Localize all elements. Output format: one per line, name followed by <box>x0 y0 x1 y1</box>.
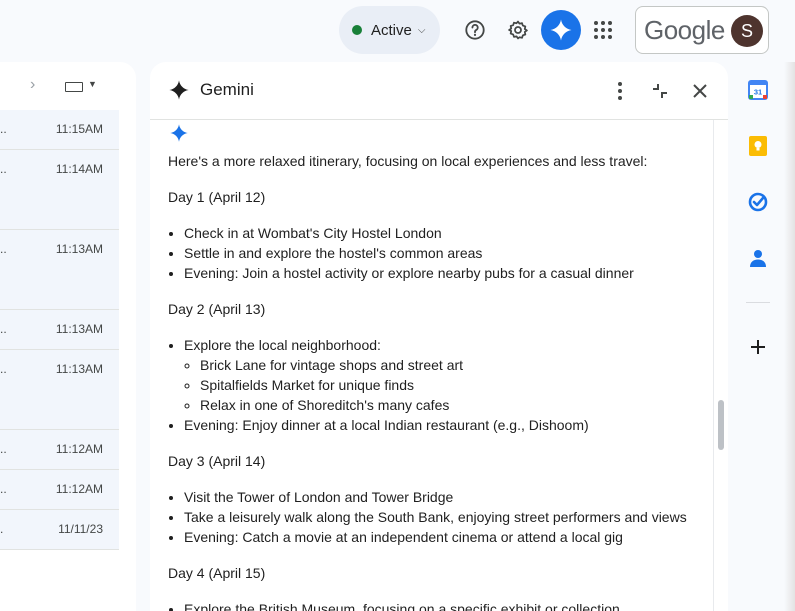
sub-list-item: Relax in one of Shoreditch's many cafes <box>200 395 708 415</box>
list-item[interactable]: .. 11:15AM <box>0 110 119 150</box>
day-heading: Day 1 (April 12) <box>168 189 266 205</box>
mail-snippet: .. <box>0 482 7 496</box>
gemini-spark-icon[interactable] <box>541 10 581 50</box>
gemini-header: Gemini <box>150 62 728 120</box>
mail-snippet: .. <box>0 362 7 376</box>
gemini-logo-icon <box>168 79 190 106</box>
list-item: Evening: Enjoy dinner at a local Indian … <box>184 415 708 435</box>
day-heading: Day 2 (April 13) <box>168 301 266 317</box>
list-item[interactable]: .. 11:13AM <box>0 230 119 310</box>
caret-down-icon[interactable]: ▼ <box>88 79 97 89</box>
mail-time: 11:12AM <box>55 482 103 496</box>
status-chip[interactable]: Active ⌵ <box>339 6 440 54</box>
day-items: Explore the local neighborhood: Brick La… <box>168 335 708 435</box>
keep-icon[interactable] <box>744 132 772 160</box>
mail-toolbar: › ▼ <box>0 62 136 110</box>
add-icon[interactable] <box>744 333 772 361</box>
mail-time: 11:12AM <box>55 442 103 456</box>
mail-snippet: .. <box>0 162 7 176</box>
day-items: Visit the Tower of London and Tower Brid… <box>168 487 708 547</box>
chevron-down-icon: ⌵ <box>417 24 426 36</box>
gemini-panel: Gemini Here's a more relaxed itinerary, … <box>150 62 728 611</box>
status-dot <box>352 25 362 35</box>
google-wordmark: Google <box>644 14 725 45</box>
more-vert-icon[interactable] <box>605 76 635 106</box>
gemini-spark-icon <box>169 123 189 148</box>
mail-list-panel: › ▼ .. 11:15AM .. 11:14AM .. 11:13AM .. … <box>0 62 136 611</box>
list-item: Explore the British Museum, focusing on … <box>184 599 708 611</box>
response-text: Here's a more relaxed itinerary, focusin… <box>168 151 708 611</box>
mail-snippet: .. <box>0 242 7 256</box>
list-item: Check in at Wombat's City Hostel London <box>184 223 708 243</box>
scrollbar-thumb[interactable] <box>718 400 724 450</box>
mail-snippet: .. <box>0 122 7 136</box>
list-item[interactable]: .. 11:13AM <box>0 350 119 430</box>
top-bar: Active ⌵ Google S <box>0 0 795 62</box>
tasks-icon[interactable] <box>744 188 772 216</box>
mail-time: 11:13AM <box>55 362 103 376</box>
window-edge <box>784 62 795 611</box>
list-item-text: Explore the local neighborhood: <box>184 337 381 353</box>
list-item: Evening: Catch a movie at an independent… <box>184 527 708 547</box>
avatar[interactable]: S <box>731 15 763 47</box>
list-item[interactable]: . 11/11/23 <box>0 510 119 550</box>
calendar-day: 31 <box>754 88 762 97</box>
mail-time: 11:15AM <box>55 122 103 136</box>
mail-snippet: .. <box>0 322 7 336</box>
list-item[interactable]: .. 11:14AM <box>0 150 119 230</box>
list-item: Settle in and explore the hostel's commo… <box>184 243 708 263</box>
chevron-right-icon[interactable]: › <box>30 76 35 94</box>
side-divider <box>746 302 770 303</box>
list-item: Visit the Tower of London and Tower Brid… <box>184 487 708 507</box>
mail-snippet: . <box>0 522 4 536</box>
collapse-icon[interactable] <box>645 76 675 106</box>
status-label: Active <box>371 21 412 39</box>
sub-list-item: Brick Lane for vintage shops and street … <box>200 355 708 375</box>
scrollbar[interactable] <box>713 120 727 611</box>
day-heading: Day 3 (April 14) <box>168 453 266 469</box>
mail-time: 11:14AM <box>55 162 103 176</box>
list-item: Take a leisurely walk along the South Ba… <box>184 507 708 527</box>
help-icon[interactable] <box>456 11 494 49</box>
list-item[interactable]: .. 11:12AM <box>0 430 119 470</box>
list-item: Evening: Join a hostel activity or explo… <box>184 263 708 283</box>
day-heading: Day 4 (April 15) <box>168 565 266 581</box>
mail-time: 11:13AM <box>55 242 103 256</box>
list-item[interactable]: .. 11:12AM <box>0 470 119 510</box>
mail-snippet: .. <box>0 442 7 456</box>
day-items: Check in at Wombat's City Hostel London … <box>168 223 708 283</box>
mail-time: 11/11/23 <box>58 522 103 536</box>
calendar-icon[interactable]: 31 <box>744 76 772 104</box>
apps-grid-icon[interactable] <box>584 11 622 49</box>
sub-items: Brick Lane for vintage shops and street … <box>184 355 708 415</box>
contacts-icon[interactable] <box>744 244 772 272</box>
day-items: Explore the British Museum, focusing on … <box>168 599 708 611</box>
list-item: Explore the local neighborhood: Brick La… <box>184 335 708 415</box>
gemini-title: Gemini <box>200 80 254 99</box>
list-item[interactable]: .. 11:13AM <box>0 310 119 350</box>
sub-list-item: Spitalfields Market for unique finds <box>200 375 708 395</box>
gemini-response: Here's a more relaxed itinerary, focusin… <box>150 120 714 611</box>
mail-time: 11:13AM <box>55 322 103 336</box>
close-icon[interactable] <box>685 76 715 106</box>
gear-icon[interactable] <box>499 11 537 49</box>
response-intro: Here's a more relaxed itinerary, focusin… <box>168 153 648 169</box>
side-apps-panel: 31 <box>738 62 778 611</box>
keyboard-icon[interactable] <box>65 82 83 92</box>
